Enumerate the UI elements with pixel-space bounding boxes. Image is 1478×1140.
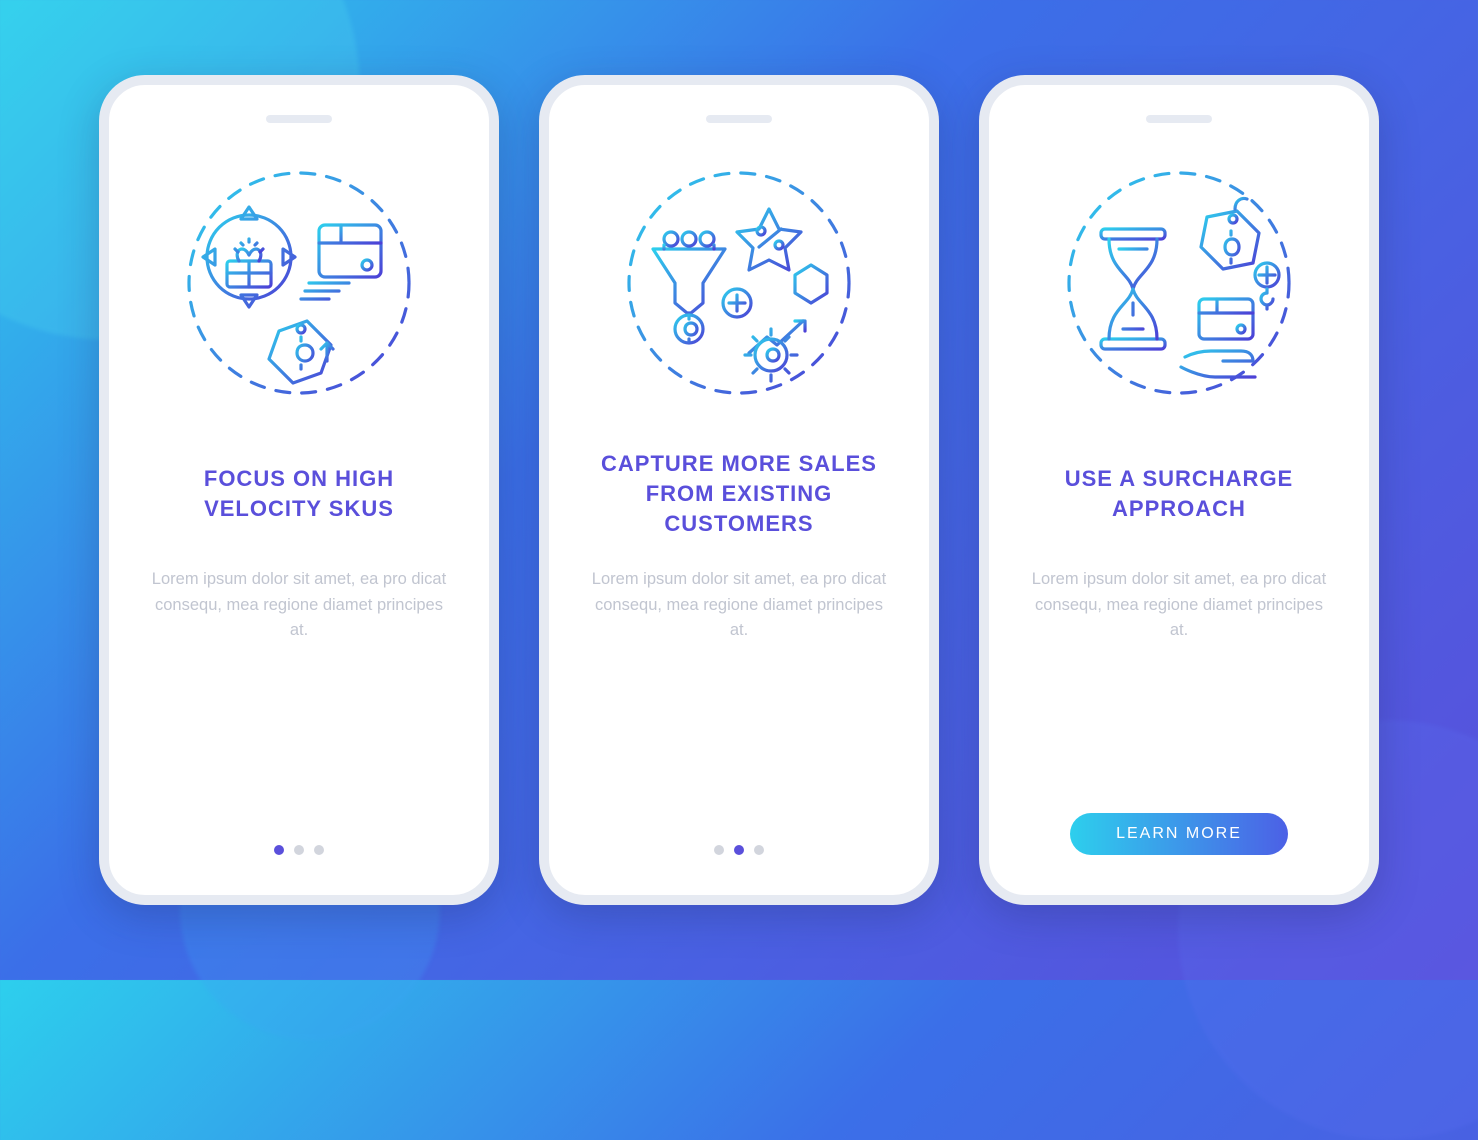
page-dot[interactable] [314, 845, 324, 855]
funnel-growth-icon [609, 153, 869, 413]
phone-speaker [266, 115, 332, 123]
phone-row: FOCUS ON HIGH VELOCITY SKUS Lorem ipsum … [99, 75, 1379, 905]
screen-body: Lorem ipsum dolor sit amet, ea pro dicat… [145, 567, 453, 644]
screen-body: Lorem ipsum dolor sit amet, ea pro dicat… [1025, 567, 1333, 644]
onboarding-screen-2: CAPTURE MORE SALES FROM EXISTING CUSTOME… [539, 75, 939, 905]
pagination-dots [549, 845, 929, 855]
learn-more-button[interactable]: LEARN MORE [1070, 813, 1288, 855]
page-dot[interactable] [734, 845, 744, 855]
page-dot[interactable] [714, 845, 724, 855]
screen-title: CAPTURE MORE SALES FROM EXISTING CUSTOME… [585, 449, 893, 539]
page-dot[interactable] [274, 845, 284, 855]
phone-speaker [1146, 115, 1212, 123]
page-dot[interactable] [294, 845, 304, 855]
phone-speaker [706, 115, 772, 123]
screen-title: USE A SURCHARGE APPROACH [1025, 449, 1333, 539]
screen-body: Lorem ipsum dolor sit amet, ea pro dicat… [585, 567, 893, 644]
target-box-price-icon [169, 153, 429, 413]
page-dot[interactable] [754, 845, 764, 855]
pagination-dots [109, 845, 489, 855]
hourglass-surcharge-icon [1049, 153, 1309, 413]
onboarding-screen-3: USE A SURCHARGE APPROACH Lorem ipsum dol… [979, 75, 1379, 905]
onboarding-screen-1: FOCUS ON HIGH VELOCITY SKUS Lorem ipsum … [99, 75, 499, 905]
screen-title: FOCUS ON HIGH VELOCITY SKUS [145, 449, 453, 539]
